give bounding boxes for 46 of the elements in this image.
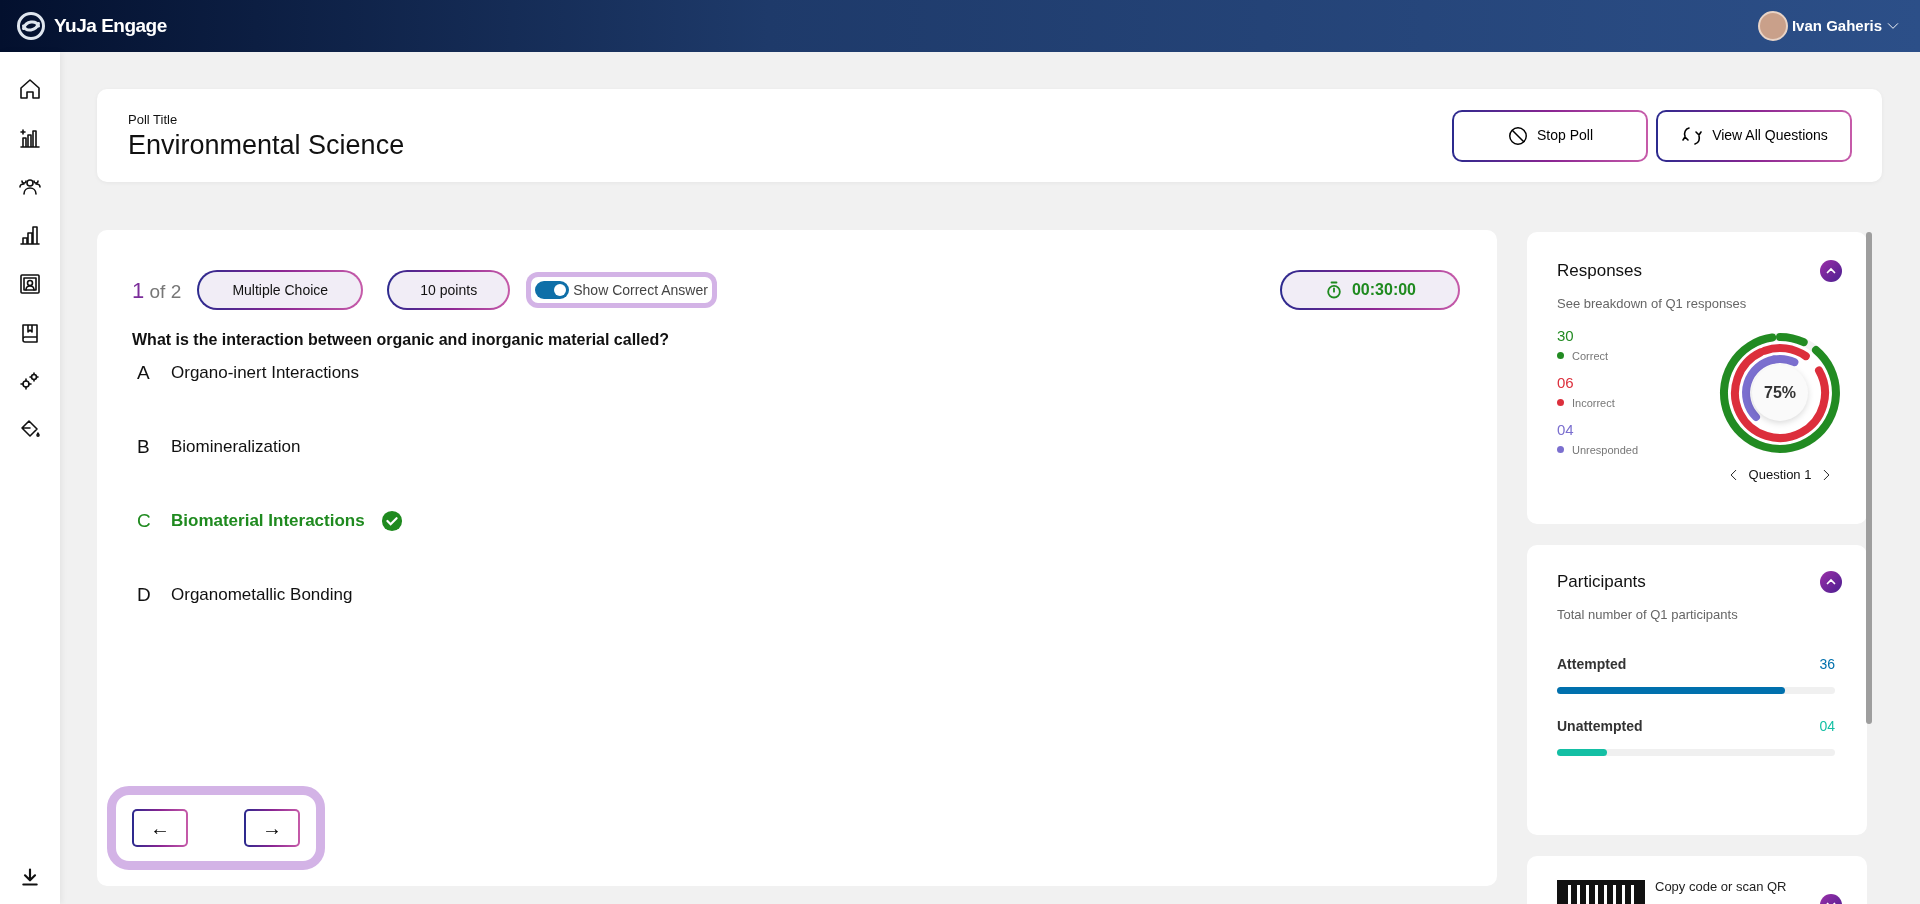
participant-label: Attempted: [1557, 655, 1627, 674]
stop-poll-button[interactable]: Stop Poll: [1452, 109, 1648, 162]
check-circle-icon: [380, 510, 403, 532]
qr-instructions: Copy code or scan QR: [1655, 880, 1788, 895]
question-counter: 1 of 2: [132, 276, 182, 305]
toggle-switch[interactable]: [535, 281, 570, 299]
prohibited-icon: [1506, 124, 1529, 147]
stat-value: 06: [1557, 373, 1575, 393]
collapse-button[interactable]: [1820, 570, 1842, 593]
avatar-icon: [1757, 11, 1788, 41]
question-text: What is the interaction between organic and inorganic material called?: [132, 330, 670, 350]
poll-title: Environmental Science: [128, 129, 405, 162]
participant-label: Unattempted: [1557, 717, 1643, 736]
question-selector-label: Question 1: [1748, 466, 1812, 484]
logo-icon: [16, 11, 46, 41]
scrollbar-thumb[interactable]: [1866, 232, 1872, 724]
participant-count: 04: [1819, 717, 1835, 736]
bar-chart-icon[interactable]: [18, 223, 42, 248]
answer-option[interactable]: B Biomineralization: [137, 434, 1462, 460]
legend-label: Correct: [1572, 348, 1609, 364]
card-title: Responses: [1557, 260, 1643, 282]
legend-label: Incorrect: [1572, 395, 1615, 411]
collapse-button[interactable]: [1820, 259, 1842, 282]
card-title: Participants: [1557, 571, 1646, 593]
answer-option[interactable]: A Organo-inert Interactions: [137, 360, 1462, 386]
toggle-label: Show Correct Answer: [573, 280, 708, 300]
download-icon[interactable]: [20, 866, 40, 887]
next-button[interactable]: →: [244, 809, 300, 847]
participant-count: 36: [1819, 655, 1835, 674]
view-questions-button[interactable]: View All Questions: [1656, 109, 1852, 162]
user-name[interactable]: Ivan Gaheris: [1791, 14, 1882, 38]
card-subtitle: Total number of Q1 participants: [1557, 605, 1739, 624]
answer-option[interactable]: C Biomaterial Interactions: [137, 508, 1462, 534]
show-answer-toggle[interactable]: Show Correct Answer: [531, 277, 712, 303]
legend-label: Unresponded: [1572, 442, 1639, 458]
stat-value: 04: [1557, 420, 1575, 440]
previous-button[interactable]: ←: [132, 809, 188, 847]
donut-percent: 75%: [1763, 383, 1797, 403]
stat-value: 30: [1557, 326, 1575, 346]
answer-option[interactable]: D Organometallic Bonding: [137, 582, 1462, 608]
card-subtitle: See breakdown of Q1 responses: [1557, 294, 1748, 313]
timer-pill: 00:30:00: [1280, 270, 1460, 310]
home-icon[interactable]: [18, 76, 42, 101]
brand-name: YuJa Engage: [54, 13, 167, 38]
presentation-icon[interactable]: [18, 271, 42, 296]
poll-title-label: Poll Title: [128, 110, 179, 129]
